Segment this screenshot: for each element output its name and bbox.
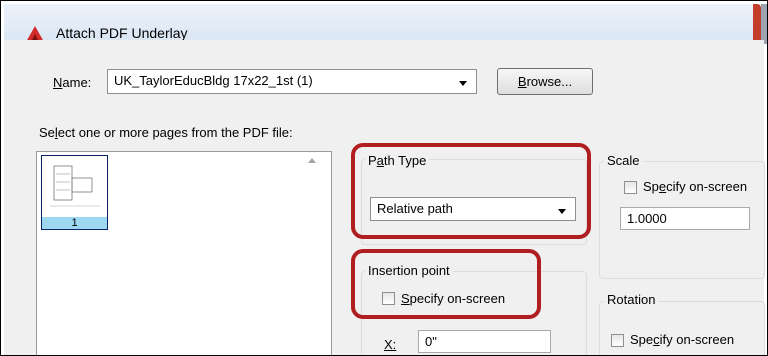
pages-instruction: Select one or more pages from the PDF fi… — [39, 125, 293, 140]
window-edge — [761, 4, 767, 44]
page-preview-icon — [50, 165, 100, 207]
path-type-highlight — [351, 143, 591, 239]
scale-input[interactable]: 1.0000 — [620, 207, 750, 230]
scroll-up-icon[interactable] — [308, 158, 316, 163]
rotation-title: Rotation — [604, 292, 659, 307]
rotation-specify-checkbox[interactable] — [611, 334, 624, 347]
x-label: X: — [384, 337, 397, 352]
chevron-down-icon — [459, 81, 467, 86]
scale-specify-checkbox[interactable] — [624, 181, 637, 194]
page-thumbnail[interactable]: 1 — [41, 155, 108, 230]
scale-specify-label: Specify on-screen — [643, 179, 748, 194]
name-label: Name: — [53, 75, 92, 90]
rotation-specify-label: Specify on-screen — [630, 332, 735, 347]
title-bar: Attach PDF Underlay — [4, 4, 764, 42]
scale-title: Scale — [604, 153, 643, 168]
dialog-title: Attach PDF Underlay — [56, 25, 188, 41]
x-input[interactable]: 0" — [418, 330, 551, 353]
attach-pdf-underlay-dialog: Attach PDF Underlay Name: UK_TaylorEducB… — [0, 0, 768, 356]
close-button-edge[interactable] — [753, 4, 761, 44]
browse-button[interactable]: Browse... — [497, 68, 593, 95]
insertion-point-highlight — [351, 249, 541, 319]
name-select[interactable]: UK_TaylorEducBldg 17x22_1st (1) — [107, 69, 477, 94]
rotation-group — [599, 301, 765, 355]
name-value: UK_TaylorEducBldg 17x22_1st (1) — [114, 73, 313, 88]
page-number-label: 1 — [42, 217, 107, 229]
